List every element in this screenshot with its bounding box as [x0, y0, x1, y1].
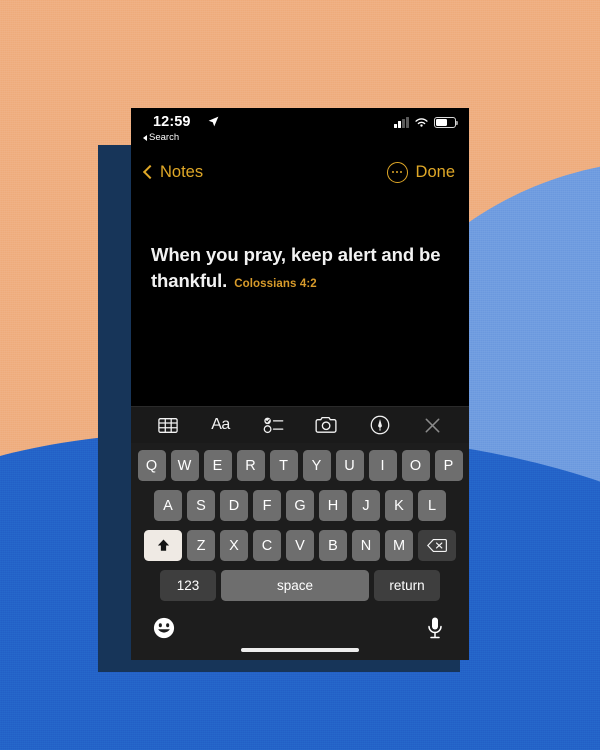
keyboard-row-2: A S D F G H J K L: [134, 490, 466, 521]
note-format-toolbar: Aa: [131, 406, 469, 443]
key-b[interactable]: B: [319, 530, 347, 561]
key-n[interactable]: N: [352, 530, 380, 561]
checklist-icon[interactable]: [259, 412, 289, 438]
shift-key[interactable]: [144, 530, 182, 561]
back-label: Notes: [160, 162, 204, 181]
key-x[interactable]: X: [220, 530, 248, 561]
key-m[interactable]: M: [385, 530, 413, 561]
key-f[interactable]: F: [253, 490, 281, 521]
numbers-key[interactable]: 123: [160, 570, 216, 601]
nav-bar-right-actions: Done: [386, 161, 455, 183]
back-to-search-indicator[interactable]: Search: [143, 132, 179, 143]
keyboard-row-3: Z X C V B N M: [134, 530, 466, 561]
status-bar: 12:59 Search: [131, 108, 469, 154]
keyboard-row-4: 123 space return: [134, 570, 466, 601]
navigation-bar: Notes Done: [131, 154, 469, 190]
done-button[interactable]: Done: [416, 163, 455, 182]
note-editor-body[interactable]: When you pray, keep alert and be thankfu…: [131, 190, 469, 406]
status-bar-indicators: [394, 116, 458, 128]
key-i[interactable]: I: [368, 450, 397, 481]
backspace-key[interactable]: [418, 530, 456, 561]
key-u[interactable]: U: [335, 450, 364, 481]
key-r[interactable]: R: [236, 450, 265, 481]
key-q[interactable]: Q: [137, 450, 166, 481]
note-reference-text: Colossians 4:2: [234, 277, 317, 290]
key-v[interactable]: V: [286, 530, 314, 561]
key-a[interactable]: A: [154, 490, 182, 521]
home-indicator[interactable]: [241, 647, 359, 652]
key-z[interactable]: Z: [187, 530, 215, 561]
on-screen-keyboard: Q W E R T Y U I O P A S D F G H J K L Z …: [131, 443, 469, 606]
key-h[interactable]: H: [319, 490, 347, 521]
phone-screenshot: 12:59 Search Notes Done When you pray, k…: [131, 108, 469, 660]
cellular-signal-icon: [394, 116, 409, 128]
battery-icon: [434, 117, 458, 128]
key-s[interactable]: S: [187, 490, 215, 521]
key-d[interactable]: D: [220, 490, 248, 521]
backspace-icon: [427, 539, 447, 552]
key-k[interactable]: K: [385, 490, 413, 521]
key-e[interactable]: E: [203, 450, 232, 481]
shift-arrow-icon: [157, 539, 169, 551]
chevron-left-icon: [142, 164, 158, 180]
key-l[interactable]: L: [418, 490, 446, 521]
keyboard-row-1: Q W E R T Y U I O P: [134, 450, 466, 481]
key-o[interactable]: O: [401, 450, 430, 481]
key-w[interactable]: W: [170, 450, 199, 481]
keyboard-bottom-bar: [131, 606, 469, 660]
location-arrow-icon: [208, 116, 219, 127]
key-j[interactable]: J: [352, 490, 380, 521]
note-text-block: When you pray, keep alert and be thankfu…: [151, 242, 449, 293]
status-bar-time: 12:59: [153, 114, 191, 130]
more-options-circle-icon[interactable]: [386, 161, 408, 183]
space-key[interactable]: space: [221, 570, 369, 601]
return-key[interactable]: return: [374, 570, 440, 601]
back-triangle-icon: [143, 134, 147, 141]
markup-pen-icon[interactable]: [365, 412, 395, 438]
close-icon[interactable]: [418, 412, 448, 438]
key-p[interactable]: P: [434, 450, 463, 481]
camera-icon[interactable]: [312, 412, 342, 438]
key-y[interactable]: Y: [302, 450, 331, 481]
text-format-icon[interactable]: Aa: [206, 412, 236, 438]
emoji-smiley-icon[interactable]: [153, 617, 175, 639]
table-icon[interactable]: [153, 412, 183, 438]
key-g[interactable]: G: [286, 490, 314, 521]
key-c[interactable]: C: [253, 530, 281, 561]
wifi-icon: [415, 118, 428, 127]
key-t[interactable]: T: [269, 450, 298, 481]
back-to-notes-button[interactable]: Notes: [142, 162, 204, 182]
back-app-label: Search: [149, 132, 180, 143]
microphone-icon[interactable]: [425, 616, 445, 640]
